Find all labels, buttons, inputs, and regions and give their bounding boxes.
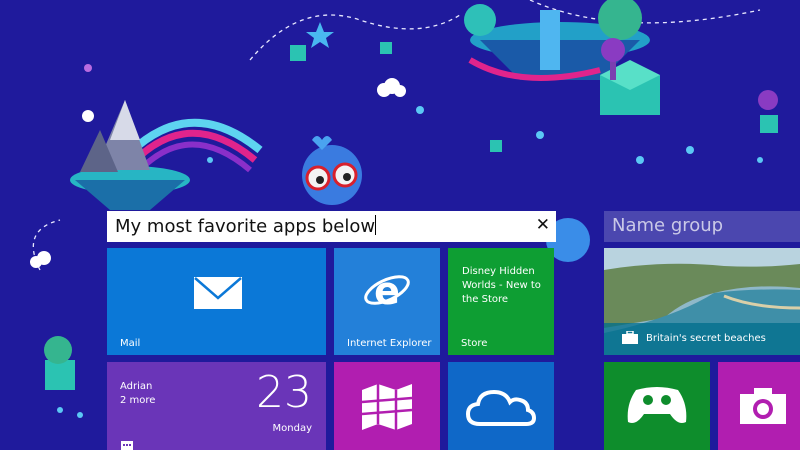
store-tile-label: Store — [461, 338, 488, 349]
calendar-attendees: Adrian 2 more — [120, 380, 155, 408]
envelope-icon — [194, 277, 242, 309]
calendar-icon — [121, 441, 133, 450]
cloud-icon — [466, 389, 536, 426]
travel-tile[interactable]: Britain's secret beaches — [604, 248, 800, 355]
clear-icon[interactable]: ✕ — [536, 214, 550, 236]
camera-tile[interactable] — [718, 362, 800, 450]
mail-tile[interactable]: Mail — [107, 248, 326, 355]
internet-explorer-tile-label: Internet Explorer — [347, 338, 432, 349]
camera-icon — [740, 388, 786, 424]
text-cursor — [375, 215, 377, 235]
calendar-tile[interactable]: Adrian 2 more 23 Monday — [107, 362, 326, 450]
group-name-text: My most favorite apps below — [115, 216, 376, 237]
calendar-more: 2 more — [120, 395, 156, 406]
suitcase-icon — [622, 331, 638, 344]
xbox-controller-icon — [627, 387, 687, 423]
store-promo-text: Disney Hidden Worlds - New to the Store — [462, 266, 541, 305]
calendar-day-number: 23 — [256, 367, 312, 418]
name-group-placeholder: Name group — [612, 215, 724, 236]
internet-explorer-tile[interactable]: e Internet Explorer — [334, 248, 440, 355]
onedrive-tile[interactable] — [448, 362, 554, 450]
mail-tile-label: Mail — [120, 338, 141, 349]
travel-caption: Britain's secret beaches — [646, 333, 766, 344]
name-group-field[interactable]: Name group — [604, 211, 800, 242]
calendar-weekday: Monday — [272, 423, 312, 434]
games-tile[interactable] — [604, 362, 710, 450]
maps-icon — [361, 384, 413, 430]
internet-explorer-icon: e — [364, 269, 410, 313]
calendar-person: Adrian — [120, 381, 153, 392]
maps-tile[interactable] — [334, 362, 440, 450]
svg-text:e: e — [374, 269, 400, 313]
store-tile[interactable]: Disney Hidden Worlds - New to the Store … — [448, 248, 554, 355]
group-name-input[interactable]: My most favorite apps below ✕ — [107, 211, 556, 242]
